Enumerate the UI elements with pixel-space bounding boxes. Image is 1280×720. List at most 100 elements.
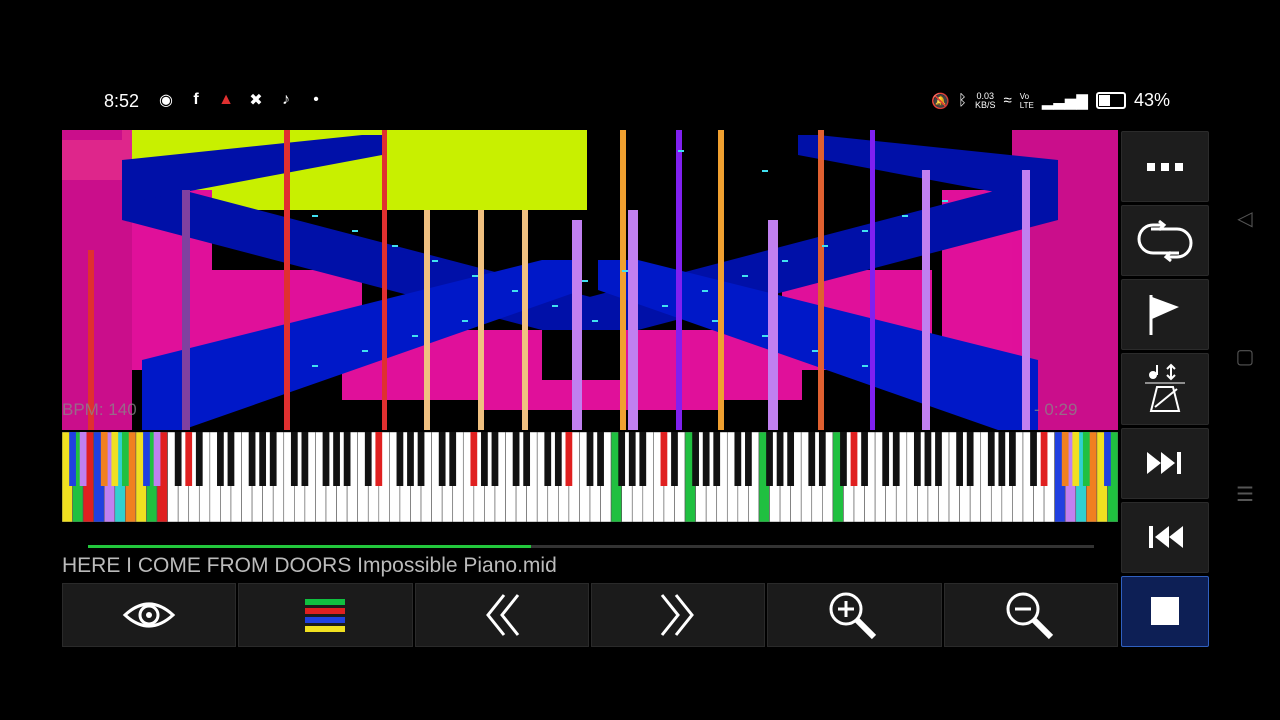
chevron-left-icon: [485, 594, 519, 636]
black-key[interactable]: [185, 432, 193, 486]
black-key[interactable]: [1072, 432, 1080, 486]
black-key[interactable]: [174, 432, 182, 486]
tiktok-icon: ♪: [282, 91, 290, 108]
black-key[interactable]: [734, 432, 742, 486]
black-key[interactable]: [544, 432, 552, 486]
black-key[interactable]: [818, 432, 826, 486]
gmail-like-icon: ◉: [159, 92, 173, 109]
black-key[interactable]: [861, 432, 868, 486]
system-status: 🔕 ᛒ 0.03 KB/S ≈ Vo LTE ▂▃▅▇ 43%: [931, 90, 1170, 111]
loop-button[interactable]: [1121, 205, 1209, 277]
black-key[interactable]: [290, 432, 298, 486]
black-key[interactable]: [850, 432, 858, 486]
eye-button[interactable]: [62, 583, 237, 647]
colors-button[interactable]: [238, 583, 413, 647]
battery-icon: [1095, 92, 1126, 109]
black-key[interactable]: [713, 432, 721, 486]
black-key[interactable]: [935, 432, 942, 486]
black-key[interactable]: [343, 432, 351, 486]
black-key[interactable]: [100, 432, 108, 486]
skip-forward-button[interactable]: [1121, 427, 1209, 499]
black-key[interactable]: [618, 432, 626, 486]
black-key[interactable]: [882, 432, 890, 486]
black-key[interactable]: [787, 432, 795, 486]
black-key[interactable]: [396, 432, 404, 486]
black-key[interactable]: [322, 432, 330, 486]
black-key[interactable]: [121, 432, 129, 486]
black-key[interactable]: [1040, 432, 1048, 486]
black-key[interactable]: [111, 432, 119, 486]
black-key[interactable]: [702, 432, 710, 486]
black-key[interactable]: [491, 432, 499, 486]
black-key[interactable]: [375, 432, 383, 486]
black-key[interactable]: [143, 432, 150, 486]
black-key[interactable]: [481, 432, 488, 486]
black-key[interactable]: [79, 432, 87, 486]
black-key[interactable]: [1104, 432, 1111, 486]
black-key[interactable]: [628, 432, 636, 486]
home-nav-icon[interactable]: ▢: [1232, 344, 1258, 369]
side-panel: [1121, 131, 1209, 647]
more-button[interactable]: [1121, 131, 1209, 203]
piano-keyboard[interactable]: [61, 431, 1119, 523]
stop-icon: [1151, 597, 1179, 626]
black-key[interactable]: [449, 432, 457, 486]
black-key[interactable]: [470, 432, 478, 486]
black-key[interactable]: [660, 432, 668, 486]
black-key[interactable]: [1030, 432, 1037, 486]
black-key[interactable]: [217, 432, 224, 486]
black-key[interactable]: [195, 432, 203, 486]
skip-back-button[interactable]: [1121, 501, 1209, 573]
black-key[interactable]: [808, 432, 816, 486]
black-key[interactable]: [956, 432, 963, 486]
stop-button[interactable]: [1121, 575, 1209, 647]
black-key[interactable]: [259, 432, 267, 486]
black-key[interactable]: [840, 432, 847, 486]
black-key[interactable]: [512, 432, 520, 486]
black-key[interactable]: [227, 432, 235, 486]
black-key[interactable]: [333, 432, 340, 486]
black-key[interactable]: [639, 432, 647, 486]
black-key[interactable]: [987, 432, 995, 486]
black-key[interactable]: [966, 432, 974, 486]
black-key[interactable]: [671, 432, 678, 486]
black-key[interactable]: [1061, 432, 1069, 486]
back-nav-icon[interactable]: ◁: [1232, 206, 1258, 231]
zoom-out-button[interactable]: [943, 583, 1118, 647]
black-key[interactable]: [301, 432, 309, 486]
black-key[interactable]: [692, 432, 699, 486]
black-key[interactable]: [69, 432, 76, 486]
black-key[interactable]: [924, 432, 932, 486]
black-key[interactable]: [523, 432, 531, 486]
black-key[interactable]: [364, 432, 372, 486]
black-key[interactable]: [586, 432, 594, 486]
black-key[interactable]: [998, 432, 1006, 486]
falling-notes: [62, 130, 1118, 430]
black-key[interactable]: [913, 432, 921, 486]
progress-bar[interactable]: [88, 545, 1094, 548]
zoom-in-button[interactable]: [767, 583, 942, 647]
black-key[interactable]: [776, 432, 784, 486]
black-key[interactable]: [1082, 432, 1090, 486]
rewind-button[interactable]: [414, 583, 589, 647]
black-key[interactable]: [554, 432, 562, 486]
zoom-out-icon: [1006, 592, 1053, 640]
black-key[interactable]: [1009, 432, 1016, 486]
metronome-button[interactable]: [1121, 353, 1209, 425]
black-key[interactable]: [745, 432, 752, 486]
flag-button[interactable]: [1121, 279, 1209, 351]
black-key[interactable]: [417, 432, 425, 486]
black-key[interactable]: [153, 432, 161, 486]
black-key[interactable]: [438, 432, 446, 486]
black-key[interactable]: [269, 432, 277, 486]
black-key[interactable]: [766, 432, 773, 486]
forward-button[interactable]: [590, 583, 766, 647]
black-key[interactable]: [407, 432, 414, 486]
android-nav-bar: ◁ ▢ ☰: [1232, 200, 1258, 520]
black-key[interactable]: [248, 432, 256, 486]
black-key[interactable]: [565, 432, 573, 486]
black-key[interactable]: [597, 432, 604, 486]
menu-nav-icon[interactable]: ☰: [1232, 482, 1258, 507]
signal-icon: ▂▃▅▇: [1041, 92, 1088, 110]
black-key[interactable]: [892, 432, 900, 486]
